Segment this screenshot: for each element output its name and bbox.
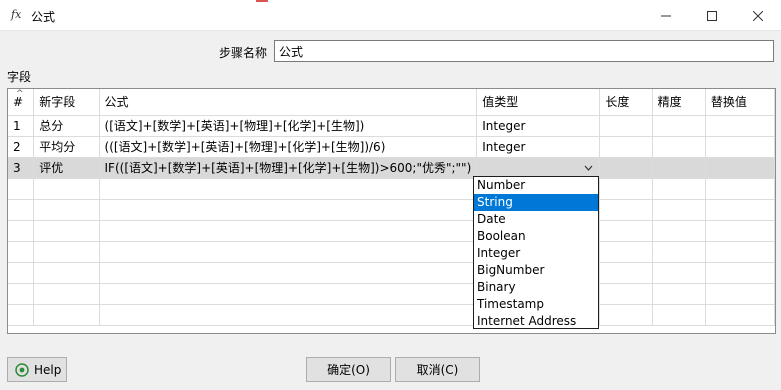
column-header-number[interactable]: ^ # — [8, 89, 35, 116]
precision-cell[interactable] — [652, 136, 706, 158]
column-header-formula[interactable]: 公式 — [99, 89, 478, 116]
fx-icon: fx — [11, 8, 22, 21]
empty-row — [8, 262, 775, 284]
column-header-new-field[interactable]: 新字段 — [33, 89, 100, 116]
dropdown-option-bignumber[interactable]: BigNumber — [474, 262, 598, 279]
dropdown-option-integer[interactable]: Integer — [474, 245, 598, 262]
formula-cell[interactable]: ([语文]+[数学]+[英语]+[物理]+[化学]+[生物]) — [99, 115, 478, 137]
dropdown-option-string[interactable]: String — [474, 194, 598, 211]
length-cell[interactable] — [599, 115, 653, 137]
replace-value-cell[interactable] — [705, 136, 775, 158]
value-type-cell[interactable]: Integer — [476, 136, 601, 158]
value-type-dropdown[interactable]: Number String Date Boolean Integer BigNu… — [473, 176, 599, 329]
ok-button[interactable]: 确定(O) — [306, 357, 391, 382]
fields-label: 字段 — [7, 70, 32, 84]
new-field-cell[interactable]: 总分 — [33, 115, 100, 137]
replace-value-cell[interactable] — [705, 115, 775, 137]
dropdown-option-boolean[interactable]: Boolean — [474, 228, 598, 245]
empty-row — [8, 178, 775, 200]
table-row[interactable]: 1 总分 ([语文]+[数学]+[英语]+[物理]+[化学]+[生物]) Int… — [8, 115, 775, 137]
column-header-precision[interactable]: 精度 — [652, 89, 706, 116]
dropdown-option-timestamp[interactable]: Timestamp — [474, 296, 598, 313]
table-row-selected[interactable]: 3 评优 IF(([语文]+[数学]+[英语]+[物理]+[化学]+[生物])>… — [8, 157, 775, 179]
minimize-button[interactable] — [643, 0, 689, 31]
step-name-label: 步骤名称 — [219, 46, 268, 60]
formula-cell[interactable]: IF(([语文]+[数学]+[英语]+[物理]+[化学]+[生物])>600;"… — [99, 157, 478, 179]
column-header-replace-value[interactable]: 替换值 — [705, 89, 775, 116]
dropdown-option-date[interactable]: Date — [474, 211, 598, 228]
empty-row — [8, 220, 775, 242]
table-row[interactable]: 2 平均分 (([语文]+[数学]+[英语]+[物理]+[化学]+[生物])/6… — [8, 136, 775, 158]
length-cell[interactable] — [599, 136, 653, 158]
help-button[interactable]: Help — [7, 357, 67, 382]
value-type-combo[interactable] — [476, 157, 601, 179]
length-cell[interactable] — [599, 157, 653, 179]
dropdown-option-number[interactable]: Number — [474, 177, 598, 194]
empty-row — [8, 304, 775, 326]
window-title: 公式 — [31, 10, 56, 24]
new-field-cell[interactable]: 评优 — [33, 157, 100, 179]
title-bar: fx 公式 — [0, 0, 781, 31]
formula-cell[interactable]: (([语文]+[数学]+[英语]+[物理]+[化学]+[生物])/6) — [99, 136, 478, 158]
title-accent — [256, 0, 268, 2]
step-name-input[interactable] — [274, 40, 774, 62]
empty-row — [8, 199, 775, 221]
fields-table[interactable]: ^ # 新字段 公式 值类型 长度 精度 替换值 1 总分 ([语文]+[数学]+… — [7, 88, 776, 334]
dropdown-option-binary[interactable]: Binary — [474, 279, 598, 296]
row-number: 1 — [8, 115, 35, 137]
minimize-icon — [661, 15, 671, 16]
close-button[interactable] — [735, 0, 781, 31]
precision-cell[interactable] — [652, 157, 706, 179]
empty-row — [8, 241, 775, 263]
maximize-icon — [707, 10, 717, 21]
new-field-cell[interactable]: 平均分 — [33, 136, 100, 158]
help-icon — [15, 362, 29, 377]
dropdown-option-internet-address[interactable]: Internet Address — [474, 313, 598, 330]
row-number: 2 — [8, 136, 35, 158]
table-header: ^ # 新字段 公式 值类型 长度 精度 替换值 — [8, 89, 775, 116]
column-header-value-type[interactable]: 值类型 — [476, 89, 601, 116]
replace-value-cell[interactable] — [705, 157, 775, 179]
sort-caret-icon: ^ — [16, 89, 24, 99]
empty-row — [8, 283, 775, 305]
help-label: Help — [34, 362, 62, 377]
precision-cell[interactable] — [652, 115, 706, 137]
maximize-button[interactable] — [689, 0, 735, 31]
chevron-down-icon — [584, 165, 593, 171]
column-header-length[interactable]: 长度 — [599, 89, 653, 116]
value-type-cell[interactable]: Integer — [476, 115, 601, 137]
cancel-button[interactable]: 取消(C) — [395, 357, 480, 382]
row-number: 3 — [8, 157, 35, 179]
close-icon — [753, 10, 763, 21]
